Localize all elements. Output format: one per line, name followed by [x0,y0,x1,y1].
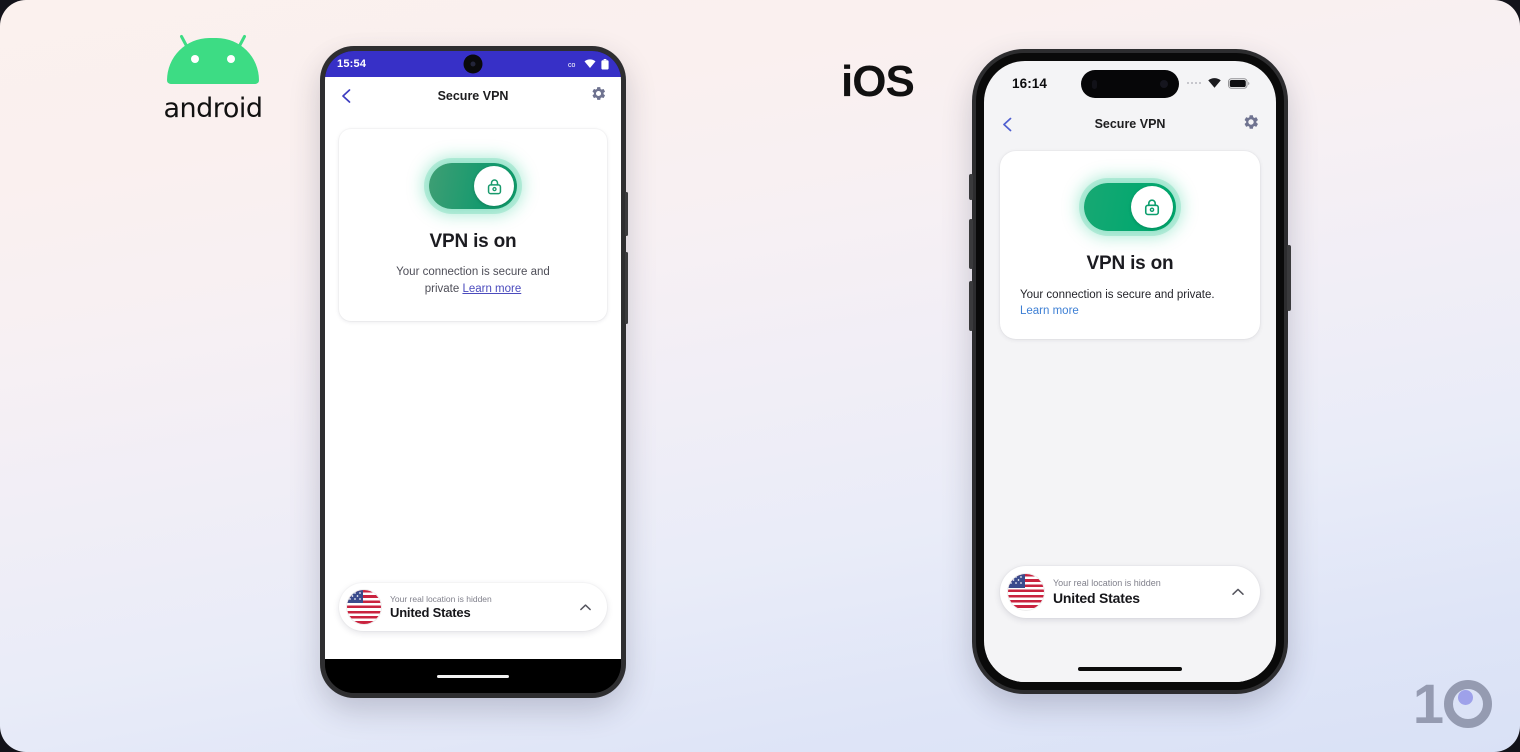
android-status-time: 15:54 [337,58,367,70]
battery-icon [601,58,609,69]
android-punch-hole-camera [463,54,483,74]
back-chevron-icon[interactable] [339,88,355,104]
ios-app-bar: Secure VPN [984,105,1276,143]
signal-icon: co [568,62,576,69]
android-status-icons: co [568,58,609,70]
ios-location-pill[interactable]: Your real location is hidden United Stat… [1000,566,1260,618]
ios-device-mockup: 16:14 Secure VPN VPN is on Your connecti… [969,49,1291,694]
gear-icon[interactable] [1242,113,1260,131]
ios-volume-up-button[interactable] [969,219,973,269]
dynamic-island [1081,70,1179,98]
ios-wordmark: iOS [841,57,915,106]
learn-more-link[interactable]: Learn more [462,283,521,295]
signal-dots-icon [1186,81,1201,85]
vpn-toggle-knob [474,166,514,206]
ios-power-button[interactable] [1287,245,1291,311]
android-page-title: Secure VPN [437,89,509,103]
lock-icon [487,178,501,194]
ios-vpn-heading: VPN is on [1086,253,1174,274]
android-status-bar: 15:54 co [325,51,621,77]
ios-speaker-slot [1092,79,1097,89]
home-indicator[interactable] [1078,667,1182,671]
screenshot-canvas: android iOS 15:54 co Secure VPN VPN is o… [0,0,1520,752]
android-navigation-bar [325,659,621,693]
android-location-text: Your real location is hidden United Stat… [390,594,572,620]
android-eye-right [227,55,235,63]
android-content-area: VPN is on Your connection is secure and … [325,115,621,659]
android-robot-icon [167,34,259,84]
watermark-digit-one: 1 [1412,672,1444,735]
android-location-country: United States [390,605,471,621]
us-flag-icon [1008,574,1044,610]
android-brand-logo: android [160,34,266,124]
ios-location-text: Your real location is hidden United Stat… [1053,578,1224,606]
ios-toggle-row [1020,183,1240,231]
ios-status-time: 16:14 [1012,75,1048,91]
back-chevron-icon[interactable] [1000,116,1016,133]
android-vpn-description: Your connection is secure and private Le… [359,264,587,297]
ios-vpn-card: VPN is on Your connection is secure and … [1000,151,1260,339]
ios-navigation-bar [984,656,1276,682]
wifi-icon [584,59,596,68]
ios-location-hint: Your real location is hidden [1053,578,1161,589]
android-vpn-heading: VPN is on [429,231,517,252]
ios-bezel: 16:14 Secure VPN VPN is on Your connecti… [976,53,1284,690]
android-settings-button[interactable] [590,85,607,107]
android-app-bar: Secure VPN [325,77,621,115]
android-device-mockup: 15:54 co Secure VPN VPN is on Your conne… [320,46,628,698]
android-toggle-row [359,163,587,209]
android-head-shape [167,38,259,84]
android-screen: 15:54 co Secure VPN VPN is on Your conne… [325,51,621,693]
svg-text:co: co [568,62,576,69]
gear-icon[interactable] [590,85,607,102]
ios-screen: 16:14 Secure VPN VPN is on Your connecti… [984,61,1276,682]
ios-settings-button[interactable] [1242,113,1260,136]
site-watermark: 1 [1413,676,1492,732]
learn-more-link[interactable]: Learn more [1020,305,1240,317]
watermark-digit-zero [1444,680,1492,728]
lock-icon [1144,199,1160,216]
ios-front-camera [1160,80,1168,88]
android-vpn-desc-line2: private [424,282,463,295]
ios-page-title: Secure VPN [1094,117,1166,131]
ios-vpn-description: Your connection is secure and private. [1020,289,1215,301]
watermark-accent-dot [1458,690,1473,705]
android-wordmark: android [163,93,263,124]
ios-content-area: VPN is on Your connection is secure and … [984,143,1276,656]
android-location-pill[interactable]: Your real location is hidden United Stat… [339,583,607,631]
home-indicator[interactable] [437,674,509,678]
ios-status-icons [1186,77,1251,89]
vpn-toggle-switch[interactable] [429,163,517,209]
us-flag-icon [347,590,381,624]
vpn-toggle-switch[interactable] [1084,183,1176,231]
android-power-button[interactable] [625,192,628,236]
chevron-up-icon[interactable] [578,600,593,615]
vpn-toggle-knob [1131,186,1173,228]
ios-mute-switch[interactable] [969,174,973,200]
android-location-hint: Your real location is hidden [390,593,492,604]
chevron-up-icon[interactable] [1230,584,1246,600]
ios-location-country: United States [1053,589,1140,606]
android-vpn-card: VPN is on Your connection is secure and … [339,129,607,322]
ios-volume-down-button[interactable] [969,281,973,331]
android-vpn-desc-line1: Your connection is secure and [396,266,550,278]
android-volume-button[interactable] [625,252,628,324]
android-eye-left [191,55,199,63]
battery-icon [1228,77,1250,89]
ios-status-bar: 16:14 [984,61,1276,105]
wifi-icon [1208,77,1221,88]
